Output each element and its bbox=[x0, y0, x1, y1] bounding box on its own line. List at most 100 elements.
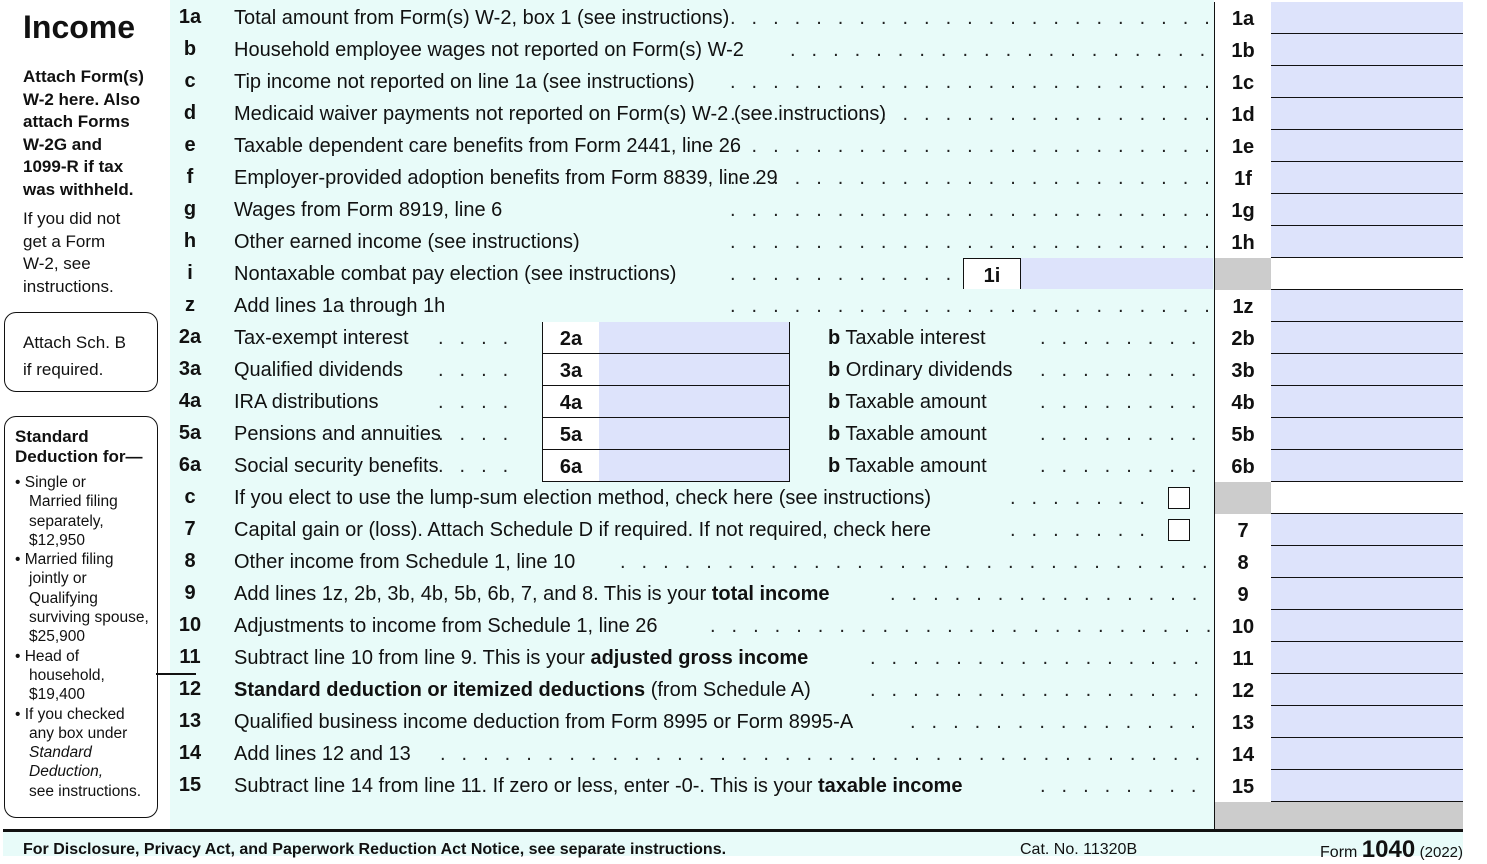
inline-amount-field[interactable] bbox=[599, 418, 790, 450]
std-bullet-line: $12,950 bbox=[29, 531, 86, 549]
attach-forms-note: Attach Form(s) W-2 here. Also attach Forms… bbox=[23, 66, 144, 201]
amount-field[interactable] bbox=[1271, 258, 1463, 290]
inline-amount-field[interactable] bbox=[599, 386, 790, 418]
line-box-label: 1d bbox=[1214, 98, 1272, 130]
line-description: Pensions and annuities bbox=[234, 423, 441, 445]
amount-field[interactable] bbox=[1271, 226, 1463, 258]
inline-amount-field[interactable] bbox=[599, 450, 790, 482]
line-number: 15 bbox=[178, 774, 202, 796]
lump-sum-checkbox[interactable] bbox=[1168, 487, 1190, 509]
line-row-6a: 6a Social security benefits..............… bbox=[170, 450, 1463, 482]
shaded-spacer-box bbox=[1214, 802, 1272, 830]
amount-field[interactable] bbox=[1271, 610, 1463, 642]
line-row-1d: d Medicaid waiver payments not reported o… bbox=[170, 98, 1463, 130]
amount-field[interactable] bbox=[1271, 642, 1463, 674]
attach-note-line: W-2 here. Also bbox=[23, 89, 141, 109]
line-box-label: 1g bbox=[1214, 194, 1272, 226]
amount-field[interactable] bbox=[1271, 98, 1463, 130]
line-description: Household employee wages not reported on… bbox=[234, 39, 744, 61]
desc-text: Subtract line 14 from line 11. If zero o… bbox=[234, 775, 818, 797]
desc-bold-text: taxable income bbox=[817, 775, 963, 797]
inline-amount-field[interactable] bbox=[599, 354, 790, 386]
leader-dots: ........................................… bbox=[1040, 455, 1210, 477]
amount-field[interactable] bbox=[1271, 450, 1463, 482]
line-number: 3a bbox=[178, 358, 202, 380]
line-box-label: 1f bbox=[1214, 162, 1272, 194]
leader-dots: ........................................… bbox=[438, 391, 510, 413]
inline-amount-field[interactable] bbox=[1021, 258, 1213, 289]
inline-amount-field[interactable] bbox=[599, 322, 790, 354]
amount-field[interactable] bbox=[1271, 578, 1463, 610]
line-box-label: 4b bbox=[1214, 386, 1272, 418]
line-description: Employer-provided adoption benefits from… bbox=[234, 167, 778, 189]
inline-box-label: 1i bbox=[963, 258, 1021, 289]
line-b-label: b Taxable interest bbox=[828, 327, 986, 350]
line-b-description: Taxable amount bbox=[845, 455, 987, 477]
line-box-label: 10 bbox=[1214, 610, 1272, 642]
leader-dots: ........................................… bbox=[730, 231, 1210, 253]
line-description: Add lines 1z, 2b, 3b, 4b, 5b, 6b, 7, and… bbox=[234, 583, 830, 606]
row-divider-tick bbox=[156, 674, 196, 675]
amount-field[interactable] bbox=[1271, 482, 1463, 514]
line-number: 4a bbox=[178, 390, 202, 412]
line-row-10: 10 Adjustments to income from Schedule 1,… bbox=[170, 610, 1463, 642]
line-box-label: 13 bbox=[1214, 706, 1272, 738]
amount-field[interactable] bbox=[1271, 34, 1463, 66]
line-b-letter: b bbox=[828, 327, 841, 349]
std-bullet-line: jointly or bbox=[29, 570, 87, 588]
inline-box-label: 6a bbox=[542, 450, 600, 482]
leader-dots: ........................................… bbox=[710, 615, 1210, 637]
amount-field[interactable] bbox=[1271, 66, 1463, 98]
line-row-8: 8 Other income from Schedule 1, line 10..… bbox=[170, 546, 1463, 578]
leader-dots: ........................................… bbox=[438, 423, 510, 445]
line-number: 10 bbox=[178, 614, 202, 636]
amount-field[interactable] bbox=[1271, 162, 1463, 194]
leader-dots: ........................................… bbox=[730, 263, 960, 285]
leader-dots: ........................................… bbox=[730, 199, 1210, 221]
amount-field[interactable] bbox=[1271, 770, 1463, 802]
line-description: Subtract line 10 from line 9. This is yo… bbox=[234, 647, 808, 670]
attach-note-line: was withheld. bbox=[23, 179, 134, 199]
leader-dots: ........................................… bbox=[1010, 519, 1160, 541]
amount-field[interactable] bbox=[1271, 674, 1463, 706]
line-box-label: 1a bbox=[1214, 2, 1272, 34]
line-description: Taxable dependent care benefits from For… bbox=[234, 135, 741, 157]
amount-field[interactable] bbox=[1271, 322, 1463, 354]
amount-field[interactable] bbox=[1271, 418, 1463, 450]
leader-dots: ........................................… bbox=[440, 743, 1210, 765]
form-number: 1040 bbox=[1361, 836, 1416, 863]
line-row-1c: c Tip income not reported on line 1a (see… bbox=[170, 66, 1463, 98]
amount-field[interactable] bbox=[1271, 130, 1463, 162]
amount-field[interactable] bbox=[1271, 546, 1463, 578]
amount-field[interactable] bbox=[1271, 2, 1463, 34]
no-w2-note: If you did not get a Form W-2, see instruct… bbox=[23, 208, 120, 298]
amount-field[interactable] bbox=[1271, 706, 1463, 738]
capital-gain-checkbox[interactable] bbox=[1168, 519, 1190, 541]
std-bullet-line: Standard bbox=[29, 744, 92, 762]
no-w2-note-line: instructions. bbox=[23, 276, 114, 296]
amount-field[interactable] bbox=[1271, 514, 1463, 546]
line-description: Qualified dividends bbox=[234, 359, 403, 381]
standard-deduction-list: • Single or Married filing separately, $12,… bbox=[15, 473, 149, 801]
std-bullet: • Married filing bbox=[15, 551, 114, 569]
amount-field[interactable] bbox=[1271, 194, 1463, 226]
attach-note-line: Attach Form(s) bbox=[23, 67, 144, 86]
leader-dots: ........................................… bbox=[870, 679, 1210, 701]
line-number: 14 bbox=[178, 742, 202, 764]
amount-field[interactable] bbox=[1271, 354, 1463, 386]
form-year: (2022) bbox=[1419, 844, 1463, 861]
desc-bold-text: Standard deduction or itemized deduction… bbox=[234, 679, 646, 701]
line-description: Standard deduction or itemized deduction… bbox=[234, 679, 811, 702]
schedule-b-callout: Attach Sch. B if required. bbox=[4, 312, 158, 392]
line-box-label: 12 bbox=[1214, 674, 1272, 706]
line-b-description: Taxable interest bbox=[845, 327, 986, 349]
line-description: Adjustments to income from Schedule 1, l… bbox=[234, 615, 658, 638]
std-bullet-line: $19,400 bbox=[29, 686, 86, 704]
line-number: z bbox=[185, 294, 195, 316]
line-b-letter: b bbox=[828, 423, 841, 445]
amount-field[interactable] bbox=[1271, 386, 1463, 418]
desc-text: Add lines 12 and 13 bbox=[234, 743, 411, 765]
std-bullet: • Head of bbox=[15, 647, 80, 665]
amount-field[interactable] bbox=[1271, 290, 1463, 322]
amount-field[interactable] bbox=[1271, 738, 1463, 770]
